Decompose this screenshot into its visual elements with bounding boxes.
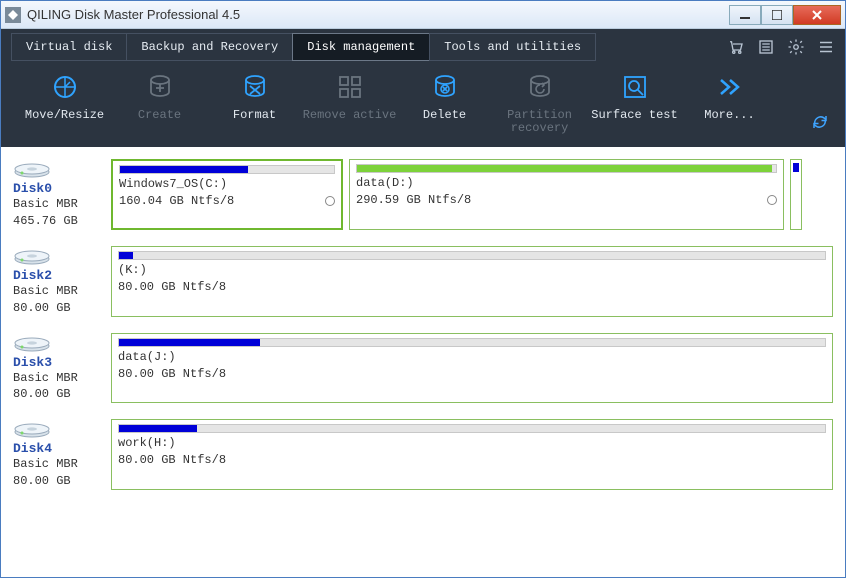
cart-icon[interactable] bbox=[727, 38, 745, 56]
partition-data-j[interactable]: data(J:) 80.00 GB Ntfs/8 bbox=[111, 333, 833, 404]
partition-info: 80.00 GB Ntfs/8 bbox=[118, 280, 226, 294]
partition-info: 80.00 GB Ntfs/8 bbox=[118, 453, 226, 467]
partition-info: 80.00 GB Ntfs/8 bbox=[118, 367, 226, 381]
tool-label: Surface test bbox=[591, 109, 677, 122]
disk-row-disk3: Disk3 Basic MBR 80.00 GB data(J:) 80.00 … bbox=[13, 333, 833, 404]
close-button[interactable] bbox=[793, 5, 841, 25]
remove-active-icon bbox=[334, 71, 366, 103]
tool-surface-test[interactable]: Surface test bbox=[587, 71, 682, 122]
disk-name: Disk0 bbox=[13, 181, 105, 196]
tab-virtual-disk[interactable]: Virtual disk bbox=[11, 33, 127, 61]
format-icon bbox=[239, 71, 271, 103]
tool-label: Create bbox=[138, 109, 181, 122]
usage-bar bbox=[793, 163, 799, 172]
partition-label: data(D:) bbox=[356, 176, 414, 190]
partition-label: work(H:) bbox=[118, 436, 176, 450]
window-controls bbox=[729, 5, 841, 25]
disk-list: Disk0 Basic MBR 465.76 GB Windows7_OS(C:… bbox=[1, 147, 845, 577]
tool-format[interactable]: Format bbox=[207, 71, 302, 122]
usage-bar bbox=[118, 424, 826, 433]
tool-move-resize[interactable]: Move/Resize bbox=[17, 71, 112, 122]
disk-name: Disk3 bbox=[13, 355, 105, 370]
titlebar: QILING Disk Master Professional 4.5 bbox=[1, 1, 845, 29]
app-window: QILING Disk Master Professional 4.5 Virt… bbox=[0, 0, 846, 578]
tool-label: Move/Resize bbox=[25, 109, 104, 122]
tool-more[interactable]: More... bbox=[682, 71, 777, 122]
tab-tools-utilities[interactable]: Tools and utilities bbox=[429, 33, 596, 61]
disk-name: Disk4 bbox=[13, 441, 105, 456]
disk-size: 80.00 GB bbox=[13, 473, 105, 490]
surface-test-icon bbox=[619, 71, 651, 103]
disk-size: 80.00 GB bbox=[13, 386, 105, 403]
partition-info: 160.04 GB Ntfs/8 bbox=[119, 194, 234, 208]
tool-remove-active[interactable]: Remove active bbox=[302, 71, 397, 122]
drive-icon bbox=[13, 159, 51, 179]
create-icon bbox=[144, 71, 176, 103]
disk-type: Basic MBR bbox=[13, 196, 105, 213]
partition-info: 290.59 GB Ntfs/8 bbox=[356, 193, 471, 207]
disk-name: Disk2 bbox=[13, 268, 105, 283]
toolbar: Move/Resize Create Format Remove active … bbox=[1, 61, 845, 147]
usage-bar bbox=[118, 338, 826, 347]
window-title: QILING Disk Master Professional 4.5 bbox=[27, 7, 729, 22]
drive-icon bbox=[13, 419, 51, 439]
drive-icon bbox=[13, 333, 51, 353]
tool-label: Remove active bbox=[303, 109, 397, 122]
partition-work-h[interactable]: work(H:) 80.00 GB Ntfs/8 bbox=[111, 419, 833, 490]
tool-partition-recovery[interactable]: Partition recovery bbox=[492, 71, 587, 135]
move-resize-icon bbox=[49, 71, 81, 103]
usage-bar bbox=[118, 251, 826, 260]
gear-icon[interactable] bbox=[787, 38, 805, 56]
tool-label: Format bbox=[233, 109, 276, 122]
usage-bar bbox=[119, 165, 335, 174]
partition-data-d[interactable]: data(D:) 290.59 GB Ntfs/8 bbox=[349, 159, 784, 230]
minimize-button[interactable] bbox=[729, 5, 761, 25]
partition-k[interactable]: (K:) 80.00 GB Ntfs/8 bbox=[111, 246, 833, 317]
disk-header[interactable]: Disk2 Basic MBR 80.00 GB bbox=[13, 246, 105, 317]
maximize-button[interactable] bbox=[761, 5, 793, 25]
partition-radio[interactable] bbox=[767, 195, 777, 205]
partition-label: Windows7_OS(C:) bbox=[119, 177, 227, 191]
disk-row-disk4: Disk4 Basic MBR 80.00 GB work(H:) 80.00 … bbox=[13, 419, 833, 490]
usage-bar bbox=[356, 164, 777, 173]
more-icon bbox=[714, 71, 746, 103]
disk-type: Basic MBR bbox=[13, 456, 105, 473]
disk-header[interactable]: Disk4 Basic MBR 80.00 GB bbox=[13, 419, 105, 490]
partition-small[interactable] bbox=[790, 159, 802, 230]
partition-windows7-os-c[interactable]: Windows7_OS(C:) 160.04 GB Ntfs/8 bbox=[111, 159, 343, 230]
disk-header[interactable]: Disk0 Basic MBR 465.76 GB bbox=[13, 159, 105, 230]
app-icon bbox=[5, 7, 21, 23]
disk-row-disk2: Disk2 Basic MBR 80.00 GB (K:) 80.00 GB N… bbox=[13, 246, 833, 317]
delete-icon bbox=[429, 71, 461, 103]
list-icon[interactable] bbox=[757, 38, 775, 56]
disk-type: Basic MBR bbox=[13, 283, 105, 300]
menu-icon[interactable] bbox=[817, 38, 835, 56]
disk-size: 465.76 GB bbox=[13, 213, 105, 230]
tab-bar: Virtual disk Backup and Recovery Disk ma… bbox=[1, 29, 845, 61]
partition-label: data(J:) bbox=[118, 350, 176, 364]
tool-label: More... bbox=[704, 109, 754, 122]
drive-icon bbox=[13, 246, 51, 266]
tool-label: Partition recovery bbox=[507, 109, 572, 135]
tool-label: Delete bbox=[423, 109, 466, 122]
tool-delete[interactable]: Delete bbox=[397, 71, 492, 122]
refresh-icon[interactable] bbox=[811, 113, 829, 131]
disk-size: 80.00 GB bbox=[13, 300, 105, 317]
disk-row-disk0: Disk0 Basic MBR 465.76 GB Windows7_OS(C:… bbox=[13, 159, 833, 230]
partition-label: (K:) bbox=[118, 263, 147, 277]
tool-create[interactable]: Create bbox=[112, 71, 207, 122]
partition-radio[interactable] bbox=[325, 196, 335, 206]
tab-disk-management[interactable]: Disk management bbox=[292, 33, 430, 61]
tab-backup-recovery[interactable]: Backup and Recovery bbox=[126, 33, 293, 61]
recovery-icon bbox=[524, 71, 556, 103]
disk-header[interactable]: Disk3 Basic MBR 80.00 GB bbox=[13, 333, 105, 404]
disk-type: Basic MBR bbox=[13, 370, 105, 387]
